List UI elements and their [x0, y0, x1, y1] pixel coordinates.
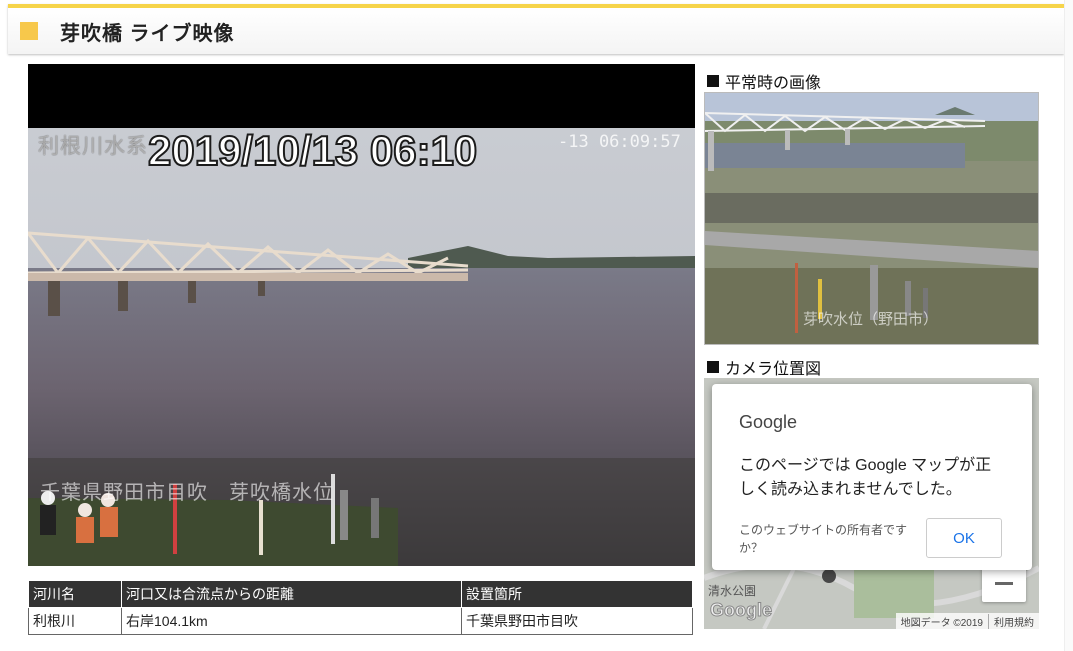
- map-footer: 地図データ ©2019 利用規約: [895, 613, 1039, 629]
- dialog-brand: Google: [739, 412, 798, 432]
- terms-link[interactable]: 利用規約: [988, 613, 1039, 629]
- map-data-attribution: 地図データ ©2019: [900, 617, 983, 629]
- dialog-message: このページでは Google マップが正しく読み込まれませんでした。: [739, 457, 992, 498]
- header-location: 設置箇所: [461, 580, 693, 608]
- camera-location-map[interactable]: 清水公園 Google Google このページでは Google マップが正し…: [704, 378, 1039, 629]
- normal-image-caption: 芽吹水位（野田市）: [803, 311, 939, 328]
- header-square-icon: [20, 22, 38, 40]
- cell-distance: 右岸104.1km: [121, 607, 462, 635]
- normal-image-heading-text: 平常時の画像: [725, 75, 822, 92]
- video-overlay-location: 千葉県野田市目吹 芽吹橋水位: [40, 482, 334, 504]
- video-overlay-datetime: 2019/10/13 06:10: [147, 126, 478, 175]
- page-title: 芽吹橋 ライブ映像: [60, 22, 235, 45]
- normal-image-heading: 平常時の画像: [707, 69, 821, 93]
- map-place-label: 清水公園: [708, 584, 757, 598]
- minus-icon: [995, 581, 1013, 585]
- ok-button[interactable]: OK: [926, 518, 1002, 558]
- normal-image: 芽吹水位（野田市）: [704, 92, 1039, 345]
- square-bullet-icon: [707, 361, 719, 373]
- table-row: 利根川 右岸104.1km 千葉県野田市目吹: [28, 607, 693, 635]
- table-header-row: 河川名 河口又は合流点からの距離 設置箇所: [28, 580, 693, 608]
- cell-location: 千葉県野田市目吹: [461, 607, 693, 635]
- video-overlay-title: 利根川水系: [38, 135, 148, 158]
- river-info-table: 河川名 河口又は合流点からの距離 設置箇所 利根川 右岸104.1km 千葉県野…: [28, 580, 693, 635]
- cell-river-name: 利根川: [28, 607, 122, 635]
- square-bullet-icon: [707, 75, 719, 87]
- dialog-owner-question: このウェブサイトの所有者ですか？: [739, 523, 908, 555]
- page-header: 芽吹橋 ライブ映像: [8, 4, 1064, 54]
- camera-map-heading-text: カメラ位置図: [725, 361, 822, 378]
- page-scrollbar[interactable]: [1064, 0, 1073, 651]
- google-logo: Google: [710, 600, 773, 621]
- map-error-dialog: Google このページでは Google マップが正しく読み込まれませんでした…: [712, 384, 1032, 570]
- video-overlay-time: -13 06:09:57: [558, 132, 681, 152]
- header-river-name: 河川名: [28, 580, 122, 608]
- header-distance: 河口又は合流点からの距離: [121, 580, 462, 608]
- live-video-player[interactable]: 利根川水系 2019/10/13 06:10 -13 06:09:57 千葉県野…: [28, 64, 695, 566]
- camera-map-heading: カメラ位置図: [707, 355, 821, 379]
